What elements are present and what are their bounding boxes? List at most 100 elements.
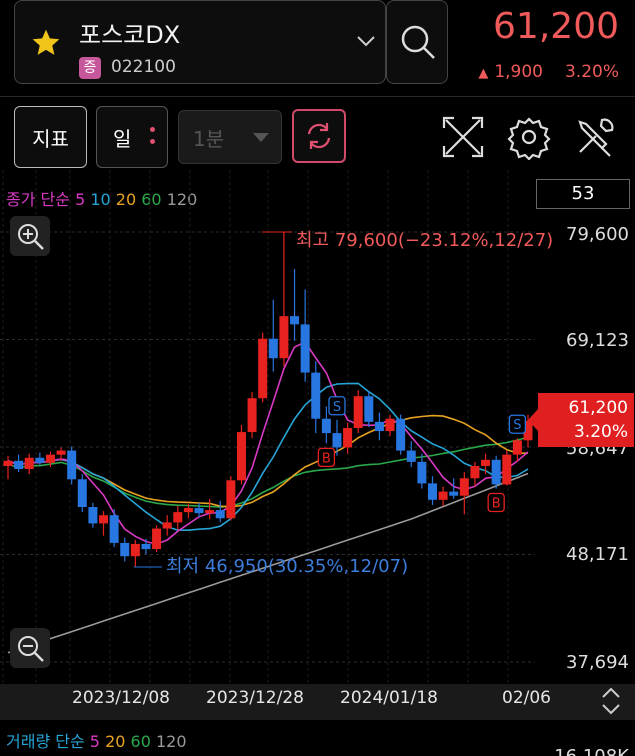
svg-text:S: S: [513, 418, 521, 433]
indicator-button[interactable]: 지표: [14, 106, 87, 168]
search-button[interactable]: [386, 0, 448, 84]
candle-body: [3, 460, 13, 466]
candle-body: [67, 450, 77, 480]
star-icon[interactable]: [29, 27, 63, 59]
candle-body: [491, 459, 501, 485]
candle-body: [427, 483, 437, 500]
candle-body: [152, 528, 162, 550]
stock-code: 022100: [111, 57, 176, 77]
candle-body: [512, 440, 522, 455]
candle-body: [236, 432, 246, 481]
candle-body: [130, 543, 140, 557]
candle-body: [470, 465, 480, 479]
price-change: ▲ 1,900 3.20%: [478, 62, 619, 82]
sell-signal: S: [328, 396, 346, 416]
vol-ma20-label: 20: [105, 732, 126, 751]
candle-body: [343, 427, 353, 448]
svg-text:B: B: [322, 451, 331, 466]
vol-ma120-label: 120: [155, 732, 187, 751]
change-percent: 3.20%: [564, 62, 619, 82]
divider: [0, 96, 635, 97]
candle-body: [321, 418, 331, 434]
y-tick-label: 48,171: [566, 544, 629, 565]
svg-text:B: B: [492, 497, 501, 512]
candle-body: [290, 316, 300, 325]
y-tick-label: 37,694: [566, 652, 629, 673]
candle-body: [194, 508, 204, 514]
minute-label: 1분: [193, 126, 225, 151]
candle-body: [449, 491, 459, 496]
high-annotation: 최고 79,600(−23.12%,12/27): [296, 230, 554, 251]
gear-icon[interactable]: [506, 114, 552, 160]
refresh-icon: [307, 123, 331, 149]
y-tick-label: 79,600: [566, 224, 629, 245]
more-dots-icon: [150, 127, 155, 151]
candle-body: [385, 418, 395, 432]
candle-body: [311, 372, 321, 419]
candle-body: [417, 461, 427, 484]
candle-body: [173, 512, 183, 523]
scroll-updown-icon[interactable]: [598, 686, 624, 716]
period-label: 일: [113, 126, 132, 151]
x-tick-label: 2023/12/28: [206, 688, 304, 708]
candle-body: [14, 460, 24, 470]
caret-down-icon: [253, 133, 269, 142]
up-triangle-icon: ▲: [478, 66, 489, 81]
candle-body: [481, 459, 491, 466]
stock-selector[interactable]: 포스코DX 증 022100: [14, 0, 386, 84]
x-tick-label: 2024/01/18: [340, 688, 438, 708]
current-price-tag: 61,200 3.20%: [528, 393, 634, 447]
candle-body: [162, 522, 172, 529]
candle-body: [353, 396, 363, 428]
buy-signal: B: [317, 447, 336, 468]
current-price: 61,200: [493, 6, 619, 47]
volume-y-top-label: 16,108K: [554, 746, 629, 756]
candle-body: [332, 433, 342, 448]
zoom-out-icon[interactable]: [10, 628, 50, 668]
candle-body: [183, 508, 193, 513]
candle-body: [99, 515, 109, 524]
period-button[interactable]: 일: [96, 106, 168, 168]
candle-body: [141, 543, 151, 550]
candle-body: [77, 479, 87, 507]
candle-body: [364, 396, 374, 422]
fullscreen-icon[interactable]: [440, 114, 486, 160]
volume-legend-prefix: 거래량 단순: [6, 732, 85, 751]
candle-body: [120, 542, 130, 557]
price-tag-pct: 3.20%: [573, 422, 628, 442]
vol-ma60-label: 60: [130, 732, 151, 751]
x-tick-label: 2023/12/08: [72, 688, 170, 708]
market-badge: 증: [79, 57, 101, 79]
candle-body: [374, 421, 384, 432]
candle-body: [88, 506, 98, 524]
candle-body: [502, 454, 512, 485]
x-tick-label: 02/06: [502, 688, 551, 708]
candle-body: [109, 515, 119, 543]
price-tag-value: 61,200: [568, 398, 628, 418]
candle-body: [258, 338, 268, 399]
minute-select[interactable]: 1분: [178, 110, 282, 164]
chevron-down-icon[interactable]: [355, 31, 377, 51]
candle-body: [279, 316, 289, 359]
candle-body: [438, 491, 448, 500]
candle-body: [459, 478, 469, 496]
low-annotation: 최저 46,950(30.35%,12/07): [166, 556, 409, 577]
candle-body: [268, 338, 278, 359]
candle-body: [300, 324, 310, 373]
candle-body: [226, 480, 236, 519]
volume-legend[interactable]: 거래량 단순 5 20 60 120: [6, 728, 187, 752]
candle-body: [24, 457, 34, 470]
svg-text:S: S: [333, 400, 341, 415]
tools-icon[interactable]: [572, 114, 618, 160]
candle-body: [45, 454, 55, 463]
candle-body: [396, 418, 406, 451]
zoom-in-icon[interactable]: [10, 216, 50, 256]
vol-ma5-label: 5: [89, 732, 100, 751]
candle-body: [205, 510, 215, 514]
change-amount: 1,900: [494, 62, 543, 82]
refresh-button[interactable]: [292, 109, 346, 163]
candle-body: [215, 510, 225, 519]
candle-body: [56, 450, 66, 455]
buy-signal: B: [487, 492, 505, 513]
search-icon: [401, 25, 435, 59]
